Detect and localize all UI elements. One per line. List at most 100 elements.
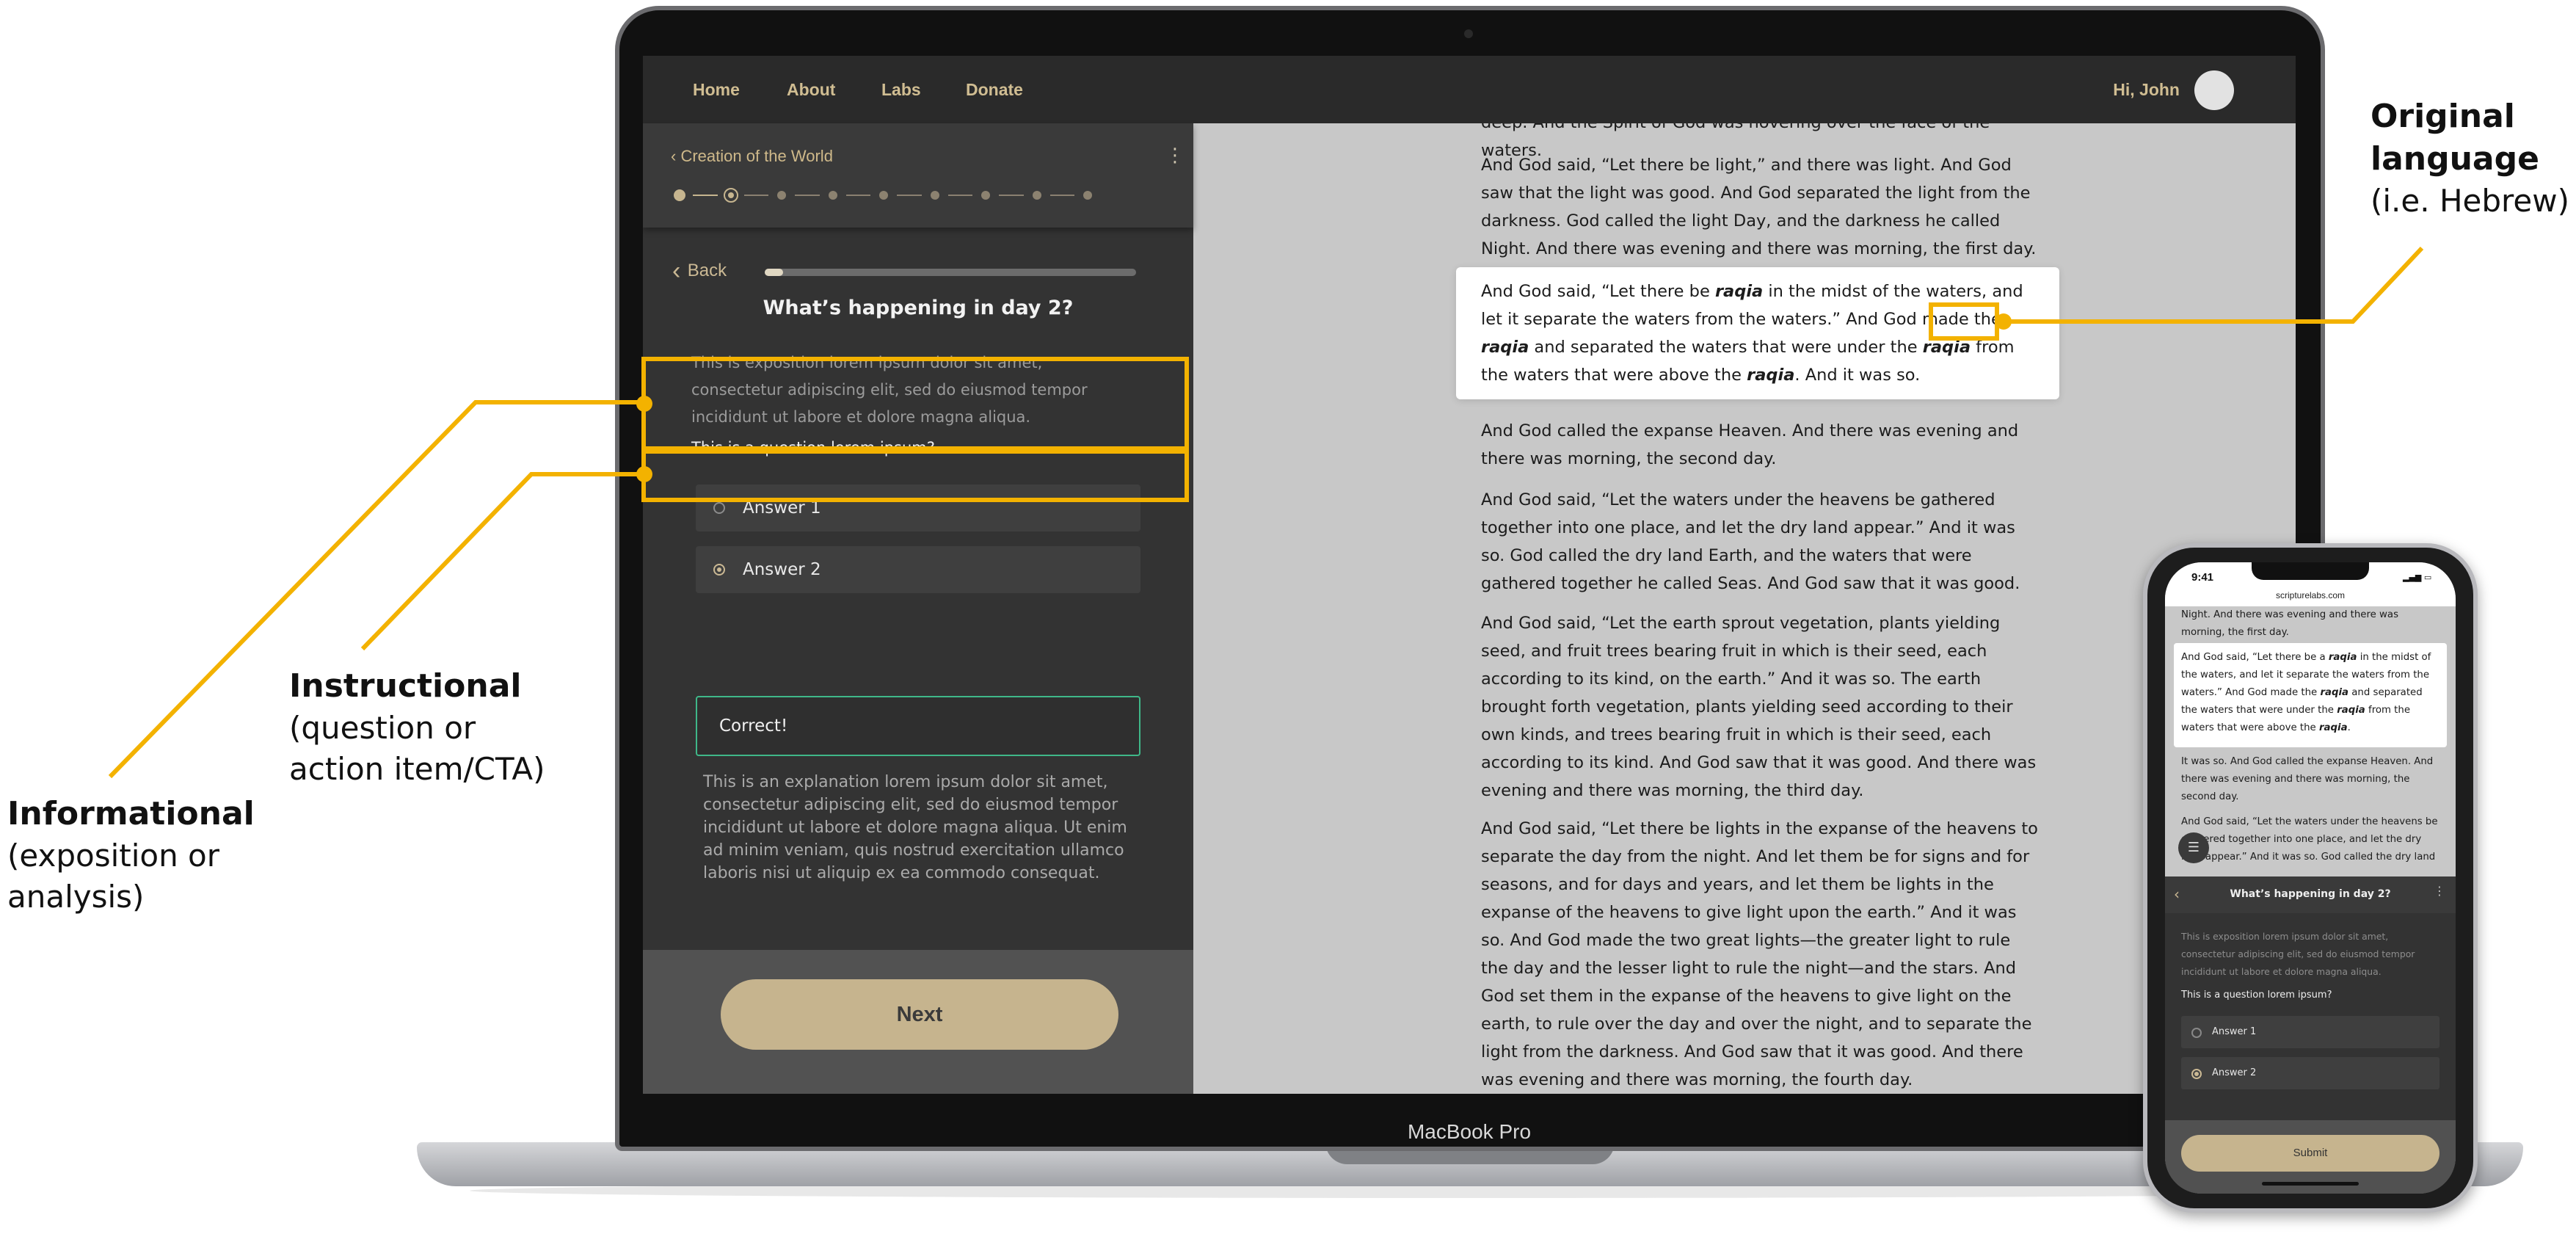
step-connector: [1049, 195, 1074, 196]
radio-selected-icon[interactable]: [2191, 1069, 2202, 1079]
nav-donate[interactable]: Donate: [966, 56, 1023, 123]
verse-segment: And God said, “Let there be a: [2181, 652, 2329, 663]
answer-label: Answer 2: [2212, 1067, 2257, 1078]
answer-label: Answer 1: [2212, 1026, 2257, 1037]
annotation-instructional-title: Instructional: [289, 667, 522, 705]
more-options-icon[interactable]: ⋮: [2434, 884, 2445, 898]
answer-label: Answer 2: [743, 560, 821, 579]
annotation-original-language-title-1: Original: [2371, 98, 2515, 135]
nav-labs[interactable]: Labs: [881, 56, 921, 123]
informational-highlight-box: [641, 357, 1189, 451]
lesson-header: ‹ Creation of the World ⋮: [643, 123, 1193, 228]
annotation-informational-sub-2: analysis): [7, 879, 145, 915]
scripture-paragraph: And God called the expanse Heaven. And t…: [1481, 421, 2019, 468]
step-dot[interactable]: [828, 191, 837, 200]
annotation-original-language-sub: (i.e. Hebrew): [2371, 183, 2569, 219]
step-dot[interactable]: [674, 189, 685, 201]
next-button[interactable]: Next: [721, 979, 1118, 1050]
explanation-text: This is an explanation lorem ipsum dolor…: [703, 773, 1127, 882]
step-dot[interactable]: [981, 191, 990, 200]
step-dot[interactable]: [1083, 191, 1092, 200]
annotation-informational-sub-1: (exposition or: [7, 838, 220, 874]
step-connector: [947, 195, 972, 196]
step-connector: [693, 195, 718, 196]
back-label: Back: [687, 261, 727, 280]
list-menu-icon[interactable]: ☰: [2178, 832, 2209, 863]
phone-url-bar[interactable]: scripturelabs.com: [2165, 590, 2456, 600]
step-connector: [897, 195, 922, 196]
radio-icon[interactable]: [713, 502, 725, 514]
radio-selected-icon[interactable]: [713, 564, 725, 576]
camera-icon: [1464, 29, 1473, 38]
scripture-paragraph: And God said, “Let there be lights in th…: [1481, 819, 2038, 1089]
highlighted-verse-text: And God said, “Let there be a raqia in t…: [2181, 649, 2439, 737]
phone-status-bar: 9:41 ▂▄▆ ▭ scripturelabs.com: [2165, 562, 2456, 606]
lesson-panel: ‹ Back What’s happening in day 2? This i…: [643, 228, 1193, 998]
phone-screen: 9:41 ▂▄▆ ▭ scripturelabs.com Night. And …: [2165, 562, 2456, 1194]
answer-option-2[interactable]: Answer 2: [696, 546, 1140, 593]
submit-button[interactable]: Submit: [2181, 1135, 2439, 1172]
avatar[interactable]: [2194, 70, 2234, 110]
sheet-header: ‹ What’s happening in day 2? ⋮: [2165, 876, 2456, 913]
chevron-left-icon: ‹: [672, 257, 688, 285]
nav-about[interactable]: About: [787, 56, 835, 123]
original-language-highlight-box: [1929, 302, 1999, 341]
lesson-footer: Next: [643, 950, 1193, 1094]
hebrew-word[interactable]: raqia: [2329, 652, 2357, 663]
step-dot[interactable]: [723, 188, 738, 203]
verse-segment: . And it was so.: [1794, 366, 1921, 385]
laptop-screen: Home About Labs Donate Hi, John ‹ Creati…: [643, 56, 2296, 1094]
step-connector: [795, 195, 820, 196]
annotation-original-language-title-2: language: [2371, 140, 2539, 178]
question-text: This is a question lorem ipsum?: [2181, 990, 2332, 1001]
step-dot[interactable]: [777, 191, 786, 200]
step-dot[interactable]: [879, 191, 888, 200]
breadcrumb[interactable]: ‹ Creation of the World: [671, 147, 833, 166]
phone-notch: [2252, 562, 2369, 580]
instructional-leader-line: [360, 472, 643, 651]
verse-segment: .: [2347, 722, 2351, 733]
more-options-icon[interactable]: ⋮: [1165, 146, 1185, 175]
step-connector: [743, 195, 768, 196]
verse-segment: and separated the waters that were under…: [1529, 338, 1923, 357]
scripture-paragraph: It was so. And God called the expanse He…: [2181, 756, 2434, 802]
step-dot[interactable]: [1032, 191, 1041, 200]
step-connector: [999, 195, 1024, 196]
sheet-title: What’s happening in day 2?: [2230, 888, 2391, 900]
user-greeting: Hi, John: [2113, 80, 2180, 99]
answer-option-1[interactable]: Answer 1: [2181, 1016, 2439, 1048]
feedback-box: Correct!: [696, 696, 1140, 756]
phone-time: 9:41: [2191, 571, 2214, 584]
laptop-model-label: MacBook Pro: [1407, 1120, 1532, 1143]
hebrew-word[interactable]: raqia: [2319, 722, 2348, 733]
home-indicator: [2262, 1182, 2359, 1186]
sheet-footer: Submit: [2165, 1120, 2456, 1194]
step-dot-current-center: [727, 192, 734, 198]
hebrew-word[interactable]: raqia: [1715, 282, 1763, 301]
question-title: What’s happening in day 2?: [763, 297, 1074, 319]
verse-segment: And God said, “Let there be: [1481, 282, 1715, 301]
scripture-reader: deep. And the Spirit of God was hovering…: [1193, 123, 2296, 1094]
nav-home[interactable]: Home: [693, 56, 740, 123]
answer-option-2[interactable]: Answer 2: [2181, 1057, 2439, 1089]
scripture-paragraph: And God said, “Let the earth sprout vege…: [1481, 614, 2037, 800]
scripture-paragraph: Night. And there was evening and there w…: [2181, 609, 2398, 638]
hebrew-word[interactable]: raqia: [2320, 687, 2348, 698]
top-nav: Home About Labs Donate Hi, John: [643, 56, 2296, 123]
chevron-left-icon: ‹: [671, 147, 681, 165]
radio-icon[interactable]: [2191, 1028, 2202, 1038]
scripture-paragraph: And God said, “Let there be light,” and …: [1481, 156, 2037, 258]
phone-question-sheet: ‹ What’s happening in day 2? ⋮ This is e…: [2165, 876, 2456, 1194]
scripture-paragraph: And God said, “Let the waters under the …: [1481, 490, 2020, 593]
hebrew-word[interactable]: raqia: [2337, 705, 2365, 716]
annotation-instructional-sub-1: (question or: [289, 710, 476, 746]
step-dot[interactable]: [930, 191, 939, 200]
hebrew-word[interactable]: raqia: [1481, 338, 1529, 357]
instructional-highlight-box: [641, 449, 1189, 502]
hebrew-word[interactable]: raqia: [1747, 366, 1794, 385]
back-button[interactable]: ‹ Back: [672, 257, 727, 286]
scripture-paragraph: And God said, “Let the waters under the …: [2181, 816, 2438, 863]
exposition-text: This is exposition lorem ipsum dolor sit…: [2181, 931, 2415, 977]
progress-fill: [765, 269, 784, 276]
annotation-instructional-sub-2: action item/CTA): [289, 751, 545, 787]
